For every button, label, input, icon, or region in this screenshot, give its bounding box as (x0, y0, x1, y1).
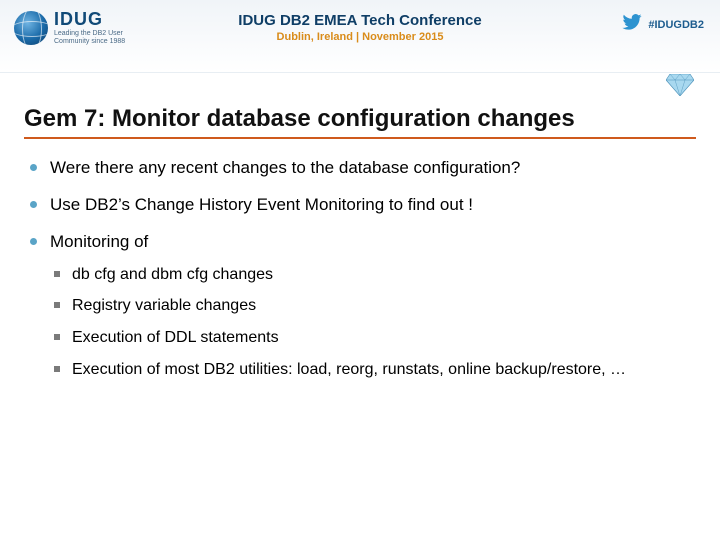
sub-bullet-item: Execution of most DB2 utilities: load, r… (50, 359, 692, 381)
logo-word: IDUG (54, 10, 144, 28)
bullet-item: Were there any recent changes to the dat… (28, 157, 692, 180)
diamond-icon (666, 74, 694, 96)
idug-logo: IDUG Leading the DB2 User Community sinc… (14, 10, 144, 45)
sub-bullet-text: Execution of most DB2 utilities: load, r… (72, 361, 626, 378)
conference-subtitle: Dublin, Ireland | November 2015 (238, 31, 481, 43)
sub-bullet-item: Execution of DDL statements (50, 327, 692, 349)
bullet-item: Monitoring of db cfg and dbm cfg changes… (28, 231, 692, 380)
logo-tagline: Leading the DB2 User Community since 198… (54, 30, 144, 45)
bullet-list: Were there any recent changes to the dat… (28, 157, 692, 380)
sub-bullet-text: db cfg and dbm cfg changes (72, 266, 273, 283)
sub-bullet-item: Registry variable changes (50, 295, 692, 317)
slide-header: IDUG Leading the DB2 User Community sinc… (0, 0, 720, 73)
globe-icon (14, 11, 48, 45)
twitter-bird-icon (622, 14, 642, 35)
bullet-text: Monitoring of (50, 232, 148, 251)
bullet-text: Were there any recent changes to the dat… (50, 158, 520, 177)
bullet-text: Use DB2’s Change History Event Monitorin… (50, 195, 473, 214)
twitter-block: #IDUGDB2 (622, 14, 704, 35)
conference-title: IDUG DB2 EMEA Tech Conference (238, 12, 481, 29)
sub-bullet-item: db cfg and dbm cfg changes (50, 264, 692, 286)
bullet-item: Use DB2’s Change History Event Monitorin… (28, 194, 692, 217)
conference-block: IDUG DB2 EMEA Tech Conference Dublin, Ir… (238, 12, 481, 43)
sub-bullet-text: Registry variable changes (72, 297, 256, 314)
sub-bullet-list: db cfg and dbm cfg changes Registry vari… (50, 264, 692, 380)
slide-title: Gem 7: Monitor database configuration ch… (24, 105, 696, 139)
sub-bullet-text: Execution of DDL statements (72, 329, 279, 346)
twitter-hashtag: #IDUGDB2 (648, 19, 704, 31)
logo-text: IDUG Leading the DB2 User Community sinc… (54, 10, 144, 45)
